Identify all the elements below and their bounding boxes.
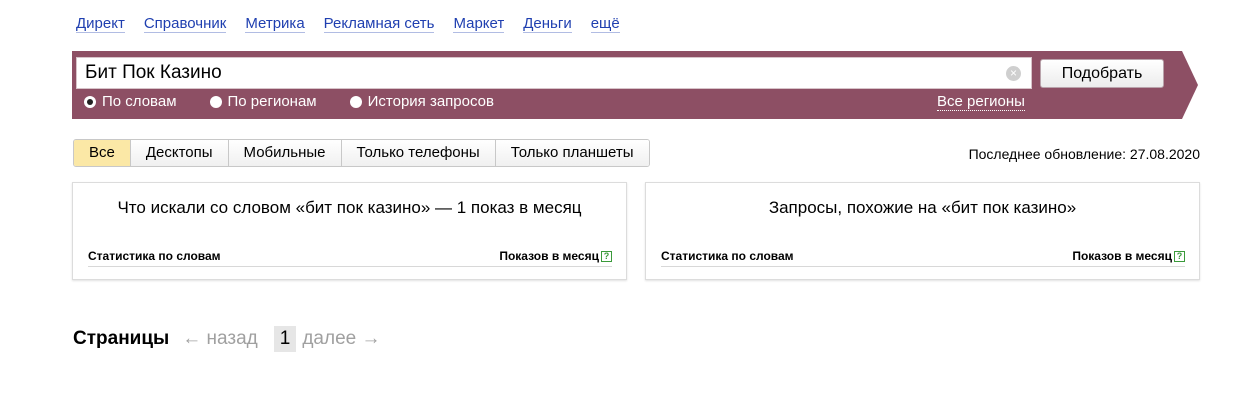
tab-mobile[interactable]: Мобильные	[228, 140, 342, 166]
tab-desktops[interactable]: Десктопы	[130, 140, 229, 166]
pagination-label: Страницы	[73, 328, 170, 349]
help-icon[interactable]: ?	[1174, 251, 1185, 262]
radio-dot[interactable]	[209, 95, 222, 108]
last-update-text: Последнее обновление: 27.08.2020	[968, 146, 1200, 162]
nav-link-directory[interactable]: Справочник	[143, 15, 227, 33]
radio-dot-checked[interactable]	[84, 95, 96, 108]
nav-link-direct[interactable]: Директ	[76, 15, 125, 33]
keywords-panel: Что искали со словом «бит пок казино» — …	[72, 182, 627, 280]
similar-queries-panel: Запросы, похожие на «бит пок казино» Ста…	[645, 182, 1200, 280]
search-input-value[interactable]: Бит Пок Казино	[77, 62, 1006, 84]
radio-label: По словам	[102, 93, 177, 110]
pagination: Страницы ← назад 1 далее →	[73, 326, 381, 352]
current-page: 1	[273, 326, 297, 352]
nav-link-ad-network[interactable]: Рекламная сеть	[323, 15, 435, 33]
device-tabs: Все Десктопы Мобильные Только телефоны Т…	[73, 139, 650, 167]
nav-link-metrika[interactable]: Метрика	[245, 15, 305, 33]
column-header-impressions: Показов в месяц?	[1072, 249, 1185, 263]
tab-phones-only[interactable]: Только телефоны	[341, 140, 496, 166]
tab-all[interactable]: Все	[74, 140, 131, 166]
keywords-panel-title: Что искали со словом «бит пок казино» — …	[117, 198, 582, 217]
search-input[interactable]: Бит Пок Казино ×	[76, 57, 1032, 89]
column-header-keyword: Статистика по словам	[661, 249, 794, 263]
nav-link-market[interactable]: Маркет	[453, 15, 505, 33]
column-header-impressions-label: Показов в месяц	[499, 249, 599, 263]
radio-dot[interactable]	[349, 95, 362, 108]
next-page-link: далее →	[302, 328, 381, 349]
clear-icon[interactable]: ×	[1006, 65, 1021, 81]
help-icon[interactable]: ?	[601, 251, 612, 262]
search-mode-group: По словам По регионам История запросов	[84, 93, 527, 110]
similar-queries-panel-title: Запросы, похожие на «бит пок казино»	[768, 198, 1077, 217]
radio-label: История запросов	[367, 93, 494, 110]
keywords-table-header: Статистика по словам Показов в месяц?	[88, 249, 612, 267]
column-header-keyword: Статистика по словам	[88, 249, 221, 263]
nav-link-more[interactable]: ещё	[590, 15, 620, 33]
radio-by-words[interactable]: По словам	[84, 93, 177, 110]
radio-label: По регионам	[227, 93, 317, 110]
tab-tablets-only[interactable]: Только планшеты	[495, 140, 649, 166]
similar-queries-table-header: Статистика по словам Показов в месяц?	[661, 249, 1185, 267]
nav-link-money[interactable]: Деньги	[523, 15, 572, 33]
all-regions-link[interactable]: Все регионы	[937, 93, 1025, 111]
radio-query-history[interactable]: История запросов	[349, 93, 494, 110]
services-nav: Директ Справочник Метрика Рекламная сеть…	[76, 15, 639, 33]
radio-by-regions[interactable]: По регионам	[209, 93, 317, 110]
column-header-impressions: Показов в месяц?	[499, 249, 612, 263]
prev-page-link: ← назад	[182, 328, 258, 349]
submit-button[interactable]: Подобрать	[1040, 59, 1164, 88]
column-header-impressions-label: Показов в месяц	[1072, 249, 1172, 263]
